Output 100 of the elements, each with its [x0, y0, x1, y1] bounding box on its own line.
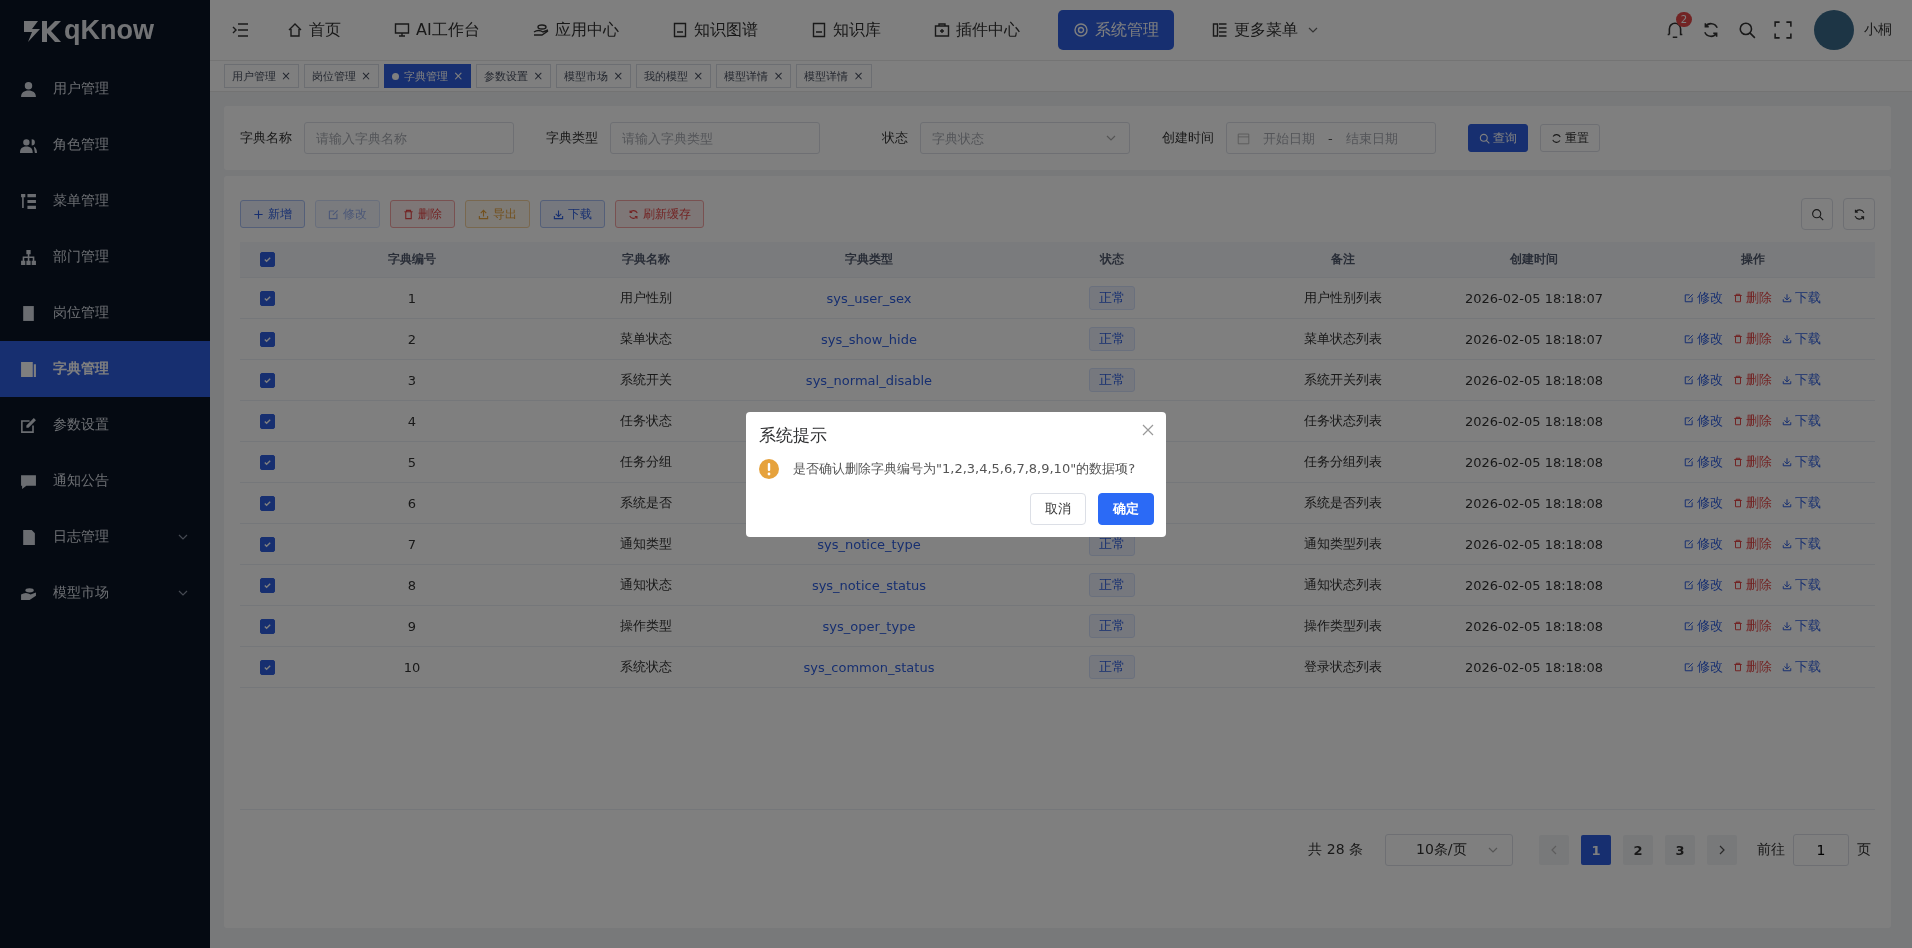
- checkbox[interactable]: [259, 536, 275, 552]
- row-action-link[interactable]: 删除: [1733, 658, 1772, 676]
- page-tab[interactable]: 字典管理 ×: [384, 64, 472, 88]
- cancel-button[interactable]: 取消: [1030, 492, 1086, 525]
- checkbox[interactable]: [259, 659, 275, 675]
- page-tab[interactable]: 用户管理 ×: [224, 64, 300, 88]
- nav-item[interactable]: AI工作台: [379, 10, 495, 50]
- dict-type-link[interactable]: sys_notice_status: [811, 577, 927, 593]
- dict-type-link[interactable]: sys_notice_type: [817, 536, 921, 552]
- row-action-link[interactable]: 修改: [1684, 576, 1723, 594]
- page-size-select[interactable]: 10条/页: [1385, 834, 1513, 866]
- confirm-button[interactable]: 确定: [1098, 492, 1154, 525]
- dict-type-link[interactable]: sys_normal_disable: [805, 372, 933, 388]
- checkbox[interactable]: [259, 290, 275, 306]
- tab-close-button[interactable]: ×: [613, 69, 624, 83]
- goto-page-field[interactable]: 1: [1793, 834, 1849, 866]
- row-action-link[interactable]: 修改: [1684, 330, 1723, 348]
- row-action-link[interactable]: 下载: [1782, 535, 1821, 553]
- search-icon[interactable]: [1738, 21, 1756, 39]
- nav-item[interactable]: 应用中心: [517, 10, 634, 50]
- row-action-link[interactable]: 修改: [1684, 494, 1723, 512]
- page-tab[interactable]: 岗位管理 ×: [304, 64, 380, 88]
- checkbox[interactable]: [259, 331, 275, 347]
- page-tab[interactable]: 我的模型 ×: [636, 64, 712, 88]
- toolbar-button[interactable]: 导出: [465, 200, 530, 228]
- row-action-link[interactable]: 下载: [1782, 453, 1821, 471]
- nav-item[interactable]: 更多菜单: [1196, 10, 1333, 50]
- page-button[interactable]: 3: [1665, 835, 1695, 865]
- row-action-link[interactable]: 下载: [1782, 371, 1821, 389]
- row-action-link[interactable]: 删除: [1733, 412, 1772, 430]
- checkbox[interactable]: [259, 252, 275, 267]
- sidebar-item[interactable]: 日志管理: [0, 509, 210, 565]
- sidebar-item[interactable]: 角色管理: [0, 117, 210, 173]
- nav-item[interactable]: 插件中心: [918, 10, 1035, 50]
- nav-item[interactable]: 系统管理: [1057, 10, 1174, 50]
- close-icon[interactable]: [1142, 423, 1154, 436]
- nav-item[interactable]: 首页: [272, 10, 356, 50]
- row-action-link[interactable]: 修改: [1684, 658, 1723, 676]
- row-action-link[interactable]: 删除: [1733, 371, 1772, 389]
- page-button[interactable]: 1: [1581, 835, 1611, 865]
- sidebar-item[interactable]: 岗位管理: [0, 285, 210, 341]
- nav-item[interactable]: 知识库: [795, 10, 896, 50]
- row-action-link[interactable]: 修改: [1684, 535, 1723, 553]
- row-action-link[interactable]: 删除: [1733, 453, 1772, 471]
- toolbar-button[interactable]: 新增: [240, 200, 305, 228]
- checkbox[interactable]: [259, 495, 275, 511]
- dict-type-link[interactable]: sys_user_sex: [826, 290, 912, 306]
- page-tab[interactable]: 模型详情 ×: [796, 64, 872, 88]
- checkbox[interactable]: [259, 372, 275, 388]
- search-button[interactable]: 查询: [1468, 124, 1528, 152]
- tab-close-button[interactable]: ×: [693, 69, 704, 83]
- user-name[interactable]: 小桐: [1864, 21, 1892, 39]
- row-action-link[interactable]: 下载: [1782, 330, 1821, 348]
- refresh-button[interactable]: [1843, 198, 1875, 230]
- page-tab[interactable]: 模型市场 ×: [556, 64, 632, 88]
- tab-close-button[interactable]: ×: [853, 69, 864, 83]
- fullscreen-icon[interactable]: [1774, 21, 1792, 39]
- tab-close-button[interactable]: ×: [281, 69, 292, 83]
- row-action-link[interactable]: 修改: [1684, 289, 1723, 307]
- reset-button[interactable]: 重置: [1540, 124, 1600, 152]
- row-action-link[interactable]: 删除: [1733, 576, 1772, 594]
- row-action-link[interactable]: 下载: [1782, 617, 1821, 635]
- tab-close-button[interactable]: ×: [773, 69, 784, 83]
- row-action-link[interactable]: 下载: [1782, 412, 1821, 430]
- row-action-link[interactable]: 删除: [1733, 535, 1772, 553]
- sidebar-item[interactable]: 部门管理: [0, 229, 210, 285]
- dict-type-link[interactable]: sys_oper_type: [822, 618, 916, 634]
- tab-close-button[interactable]: ×: [361, 69, 372, 83]
- page-tab[interactable]: 模型详情 ×: [716, 64, 792, 88]
- sidebar-item[interactable]: 参数设置: [0, 397, 210, 453]
- row-action-link[interactable]: 下载: [1782, 658, 1821, 676]
- sidebar-item[interactable]: 通知公告: [0, 453, 210, 509]
- row-action-link[interactable]: 修改: [1684, 617, 1723, 635]
- toolbar-button[interactable]: 下载: [540, 200, 605, 228]
- nav-item[interactable]: 知识图谱: [656, 10, 773, 50]
- search-toggle-button[interactable]: [1801, 198, 1833, 230]
- refresh-icon[interactable]: [1702, 21, 1720, 39]
- row-action-link[interactable]: 删除: [1733, 289, 1772, 307]
- page-button[interactable]: 2: [1623, 835, 1653, 865]
- checkbox[interactable]: [259, 413, 275, 429]
- row-action-link[interactable]: 下载: [1782, 576, 1821, 594]
- toolbar-button[interactable]: 删除: [390, 200, 455, 228]
- row-action-link[interactable]: 下载: [1782, 289, 1821, 307]
- checkbox[interactable]: [259, 454, 275, 470]
- sidebar-item[interactable]: 字典管理: [0, 341, 210, 397]
- row-action-link[interactable]: 修改: [1684, 371, 1723, 389]
- row-action-link[interactable]: 删除: [1733, 494, 1772, 512]
- sidebar-item[interactable]: 用户管理: [0, 61, 210, 117]
- sidebar-item[interactable]: 模型市场: [0, 565, 210, 621]
- row-action-link[interactable]: 修改: [1684, 453, 1723, 471]
- avatar[interactable]: [1814, 10, 1854, 50]
- row-action-link[interactable]: 修改: [1684, 412, 1723, 430]
- bell-icon[interactable]: [1666, 21, 1684, 39]
- page-tab[interactable]: 参数设置 ×: [476, 64, 552, 88]
- tab-close-button[interactable]: ×: [453, 69, 464, 83]
- tab-close-button[interactable]: ×: [533, 69, 544, 83]
- checkbox[interactable]: [259, 618, 275, 634]
- dict-type-link[interactable]: sys_common_status: [803, 659, 935, 675]
- toolbar-button[interactable]: 刷新缓存: [615, 200, 704, 228]
- row-action-link[interactable]: 删除: [1733, 617, 1772, 635]
